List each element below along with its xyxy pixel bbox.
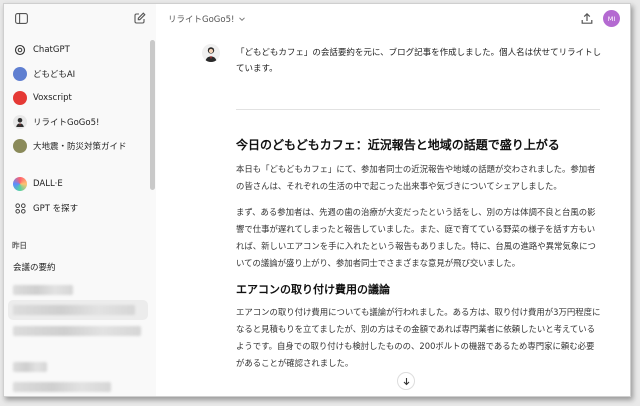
user-message: 「どもどもカフェ」の会話要約を元に、ブログ記事を作成しました。個人名は伏せてリラ… [236,48,602,74]
voxscript-icon [13,91,27,105]
sidebar-item-domodomo-ai[interactable]: どもどもAI [8,63,148,85]
sidebar-scrollbar[interactable] [150,40,155,190]
new-chat-icon[interactable] [132,10,148,26]
chatgpt-icon [13,43,27,57]
user-avatar[interactable]: MI [603,10,620,27]
redacted-history-item[interactable] [13,285,73,295]
redacted-history-item[interactable] [13,305,135,315]
main-panel: リライトGoGo5! MI 「どもどもカフェ」の会話要約を元に、ブログ記事を作成… [156,4,630,396]
divider [236,109,600,110]
gpt-avatar-icon [13,139,27,153]
sidebar-item-label: ChatGPT [33,45,70,55]
model-name: リライトGoGo5! [168,15,235,25]
sidebar-item-earthquake-guide[interactable]: 大地震・防災対策ガイド [8,135,148,157]
model-selector[interactable]: リライトGoGo5! [168,13,246,25]
redacted-history-item[interactable] [13,326,141,336]
redacted-history-item[interactable] [13,362,47,372]
sidebar-item-rewrite-gogo5[interactable]: リライトGoGo5! [8,111,148,133]
scroll-down-button[interactable] [397,372,415,390]
sidebar-item-label: Voxscript [33,93,72,103]
sidebar-item-chatgpt[interactable]: ChatGPT [8,39,148,61]
sidebar-item-label: GPT を探す [33,204,79,214]
grid-icon [13,201,27,215]
gpt-avatar-icon [202,44,220,62]
sidebar-item-voxscript[interactable]: Voxscript [8,87,148,109]
article-paragraph: 本日も「どもどもカフェ」にて、参加者同士の近況報告や地域の話題が交わされました。… [236,164,596,191]
sidebar-toggle-icon[interactable] [13,10,29,26]
article-paragraph: エアコンの取り付け費用についても議論が行われました。ある方は、取り付け費用が3万… [236,307,601,368]
article-paragraph: まず、ある参加者は、先週の歯の治療が大変だったという話をし、別の方は体調不良と台… [236,207,596,268]
sidebar-item-label: DALL·E [33,179,63,189]
app-window: ChatGPT どもどもAI Voxscript リライトGoGo5! 大地震・… [3,3,631,397]
history-item-label: 会議の要約 [13,263,56,273]
sidebar-item-explore-gpts[interactable]: GPT を探す [8,197,148,219]
sidebar: ChatGPT どもどもAI Voxscript リライトGoGo5! 大地震・… [4,4,156,396]
share-icon[interactable] [580,11,594,30]
sidebar-item-label: 大地震・防災対策ガイド [33,142,127,152]
history-item[interactable]: 会議の要約 [8,256,148,278]
arrow-down-icon [403,377,409,385]
assistant-message: 今日のどもどもカフェ：近況報告と地域の話題で盛り上がる 本日も「どもどもカフェ」… [236,136,602,381]
article-title: 今日のどもどもカフェ：近況報告と地域の話題で盛り上がる [236,138,560,152]
chevron-down-icon [239,17,246,22]
section-yesterday: 昨日 [12,241,27,250]
gpt-avatar-icon [13,115,27,129]
article-subtitle: エアコンの取り付け費用の議論 [236,283,390,296]
gpt-avatar-icon [13,67,27,81]
topbar: リライトGoGo5! MI [156,4,630,34]
sidebar-item-label: リライトGoGo5! [33,118,100,128]
redacted-history-item[interactable] [13,382,111,392]
sidebar-item-label: どもどもAI [33,70,76,80]
sidebar-item-dalle[interactable]: DALL·E [8,173,148,195]
dalle-icon [13,177,27,191]
